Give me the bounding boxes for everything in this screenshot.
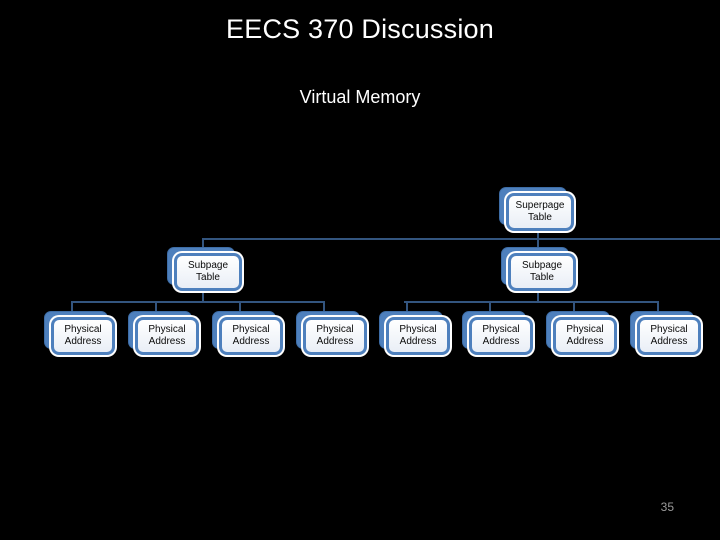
node-label: Physical Address <box>232 324 270 347</box>
node-label: Physical Address <box>650 324 688 347</box>
node-superpage-table[interactable]: Superpage Table <box>499 187 574 231</box>
node-label: Physical Address <box>399 324 437 347</box>
node-card: Subpage Table <box>174 253 242 291</box>
node-physical-address-7[interactable]: Physical Address <box>546 311 617 355</box>
node-physical-address-5[interactable]: Physical Address <box>379 311 450 355</box>
node-subpage-table-left[interactable]: Subpage Table <box>167 247 242 291</box>
node-card: Subpage Table <box>508 253 576 291</box>
node-card: Physical Address <box>303 317 367 355</box>
node-card: Physical Address <box>135 317 199 355</box>
node-card: Physical Address <box>469 317 533 355</box>
slide-canvas: EECS 370 Discussion Virtual Memory Super… <box>0 0 720 540</box>
node-card: Physical Address <box>386 317 450 355</box>
node-label: Physical Address <box>566 324 604 347</box>
node-card: Superpage Table <box>506 193 574 231</box>
connector-root-bus <box>202 238 720 240</box>
connector-leaf-bus-right <box>404 301 659 303</box>
hierarchy-diagram: Superpage Table Subpage Table Subpage Tabl… <box>0 0 720 540</box>
node-face: Physical Address <box>222 320 280 352</box>
node-label: Physical Address <box>64 324 102 347</box>
node-card: Physical Address <box>219 317 283 355</box>
page-number: 35 <box>660 500 674 514</box>
node-face: Physical Address <box>54 320 112 352</box>
node-card: Physical Address <box>637 317 701 355</box>
node-label: Superpage Table <box>515 200 565 223</box>
node-physical-address-3[interactable]: Physical Address <box>212 311 283 355</box>
node-face: Physical Address <box>640 320 698 352</box>
node-label: Subpage Table <box>187 260 229 283</box>
node-label: Physical Address <box>482 324 520 347</box>
node-face: Subpage Table <box>177 256 239 288</box>
node-face: Subpage Table <box>511 256 573 288</box>
node-physical-address-2[interactable]: Physical Address <box>128 311 199 355</box>
node-physical-address-1[interactable]: Physical Address <box>44 311 115 355</box>
node-face: Superpage Table <box>509 196 571 228</box>
node-label: Physical Address <box>148 324 186 347</box>
node-subpage-table-right[interactable]: Subpage Table <box>501 247 576 291</box>
node-face: Physical Address <box>306 320 364 352</box>
node-label: Physical Address <box>316 324 354 347</box>
node-physical-address-6[interactable]: Physical Address <box>462 311 533 355</box>
connector-leaf-bus-left <box>71 301 325 303</box>
node-face: Physical Address <box>472 320 530 352</box>
node-face: Physical Address <box>389 320 447 352</box>
node-face: Physical Address <box>556 320 614 352</box>
node-label: Subpage Table <box>521 260 563 283</box>
node-physical-address-4[interactable]: Physical Address <box>296 311 367 355</box>
node-card: Physical Address <box>51 317 115 355</box>
node-card: Physical Address <box>553 317 617 355</box>
node-face: Physical Address <box>138 320 196 352</box>
node-physical-address-8[interactable]: Physical Address <box>630 311 701 355</box>
